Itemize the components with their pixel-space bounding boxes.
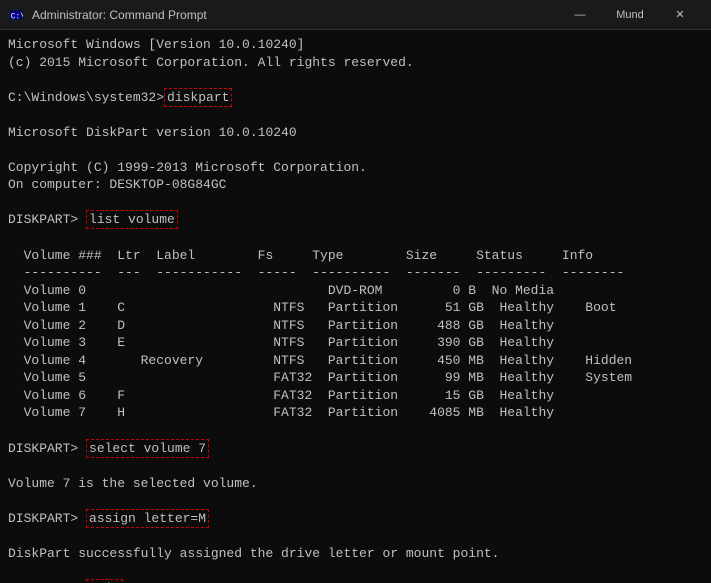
cmd-icon: C:\ bbox=[8, 7, 24, 23]
line-blank-2 bbox=[8, 422, 703, 440]
vol-3: Volume 3 E NTFS Partition 390 GB Healthy bbox=[8, 334, 703, 352]
terminal-window[interactable]: Microsoft Windows [Version 10.0.10240] (… bbox=[0, 30, 711, 583]
line-assign: DISKPART> assign letter=M bbox=[8, 510, 703, 528]
cmd-exit: exit bbox=[86, 579, 123, 583]
line-6: Microsoft DiskPart version 10.0.10240 bbox=[8, 124, 703, 142]
close-button[interactable]: ✕ bbox=[657, 0, 703, 30]
cmd-select-vol7: select volume 7 bbox=[86, 439, 209, 458]
diskpart-prompt-1: DISKPART> bbox=[8, 212, 86, 227]
diskpart-prompt-2: DISKPART> bbox=[8, 441, 86, 456]
line-11: DISKPART> list volume bbox=[8, 211, 703, 229]
titlebar: C:\ Administrator: Command Prompt — Mund… bbox=[0, 0, 711, 30]
line-5 bbox=[8, 106, 703, 124]
line-selected: Volume 7 is the selected volume. bbox=[8, 475, 703, 493]
line-9: On computer: DESKTOP-08G84GC bbox=[8, 176, 703, 194]
line-blank-3 bbox=[8, 457, 703, 475]
titlebar-left: C:\ Administrator: Command Prompt bbox=[8, 7, 207, 23]
restore-button[interactable]: Mund bbox=[607, 0, 653, 30]
minimize-button[interactable]: — bbox=[557, 0, 603, 30]
cmd-diskpart: diskpart bbox=[164, 88, 232, 107]
line-12 bbox=[8, 229, 703, 247]
cmd-assign-letter: assign letter=M bbox=[86, 509, 209, 528]
line-1: Microsoft Windows [Version 10.0.10240] bbox=[8, 36, 703, 54]
vol-7: Volume 7 H FAT32 Partition 4085 MB Healt… bbox=[8, 404, 703, 422]
vol-6: Volume 6 F FAT32 Partition 15 GB Healthy bbox=[8, 387, 703, 405]
prompt-c: C:\Windows\system32> bbox=[8, 90, 164, 105]
line-4: C:\Windows\system32>diskpart bbox=[8, 89, 703, 107]
line-select: DISKPART> select volume 7 bbox=[8, 440, 703, 458]
line-blank-5 bbox=[8, 527, 703, 545]
svg-text:C:\: C:\ bbox=[11, 12, 23, 21]
line-2: (c) 2015 Microsoft Corporation. All righ… bbox=[8, 54, 703, 72]
vol-4: Volume 4 Recovery NTFS Partition 450 MB … bbox=[8, 352, 703, 370]
line-7 bbox=[8, 141, 703, 159]
titlebar-controls: — Mund ✕ bbox=[557, 0, 703, 30]
vol-2: Volume 2 D NTFS Partition 488 GB Healthy bbox=[8, 317, 703, 335]
vol-0: Volume 0 DVD-ROM 0 B No Media bbox=[8, 282, 703, 300]
line-blank-6 bbox=[8, 562, 703, 580]
vol-5: Volume 5 FAT32 Partition 99 MB Healthy S… bbox=[8, 369, 703, 387]
vol-1: Volume 1 C NTFS Partition 51 GB Healthy … bbox=[8, 299, 703, 317]
line-3 bbox=[8, 71, 703, 89]
line-8: Copyright (C) 1999-2013 Microsoft Corpor… bbox=[8, 159, 703, 177]
line-assigned: DiskPart successfully assigned the drive… bbox=[8, 545, 703, 563]
vol-header: Volume ### Ltr Label Fs Type Size Status… bbox=[8, 247, 703, 265]
diskpart-prompt-3: DISKPART> bbox=[8, 511, 86, 526]
cmd-list-volume: list volume bbox=[86, 210, 178, 229]
titlebar-title: Administrator: Command Prompt bbox=[32, 8, 207, 22]
vol-divider: ---------- --- ----------- ----- -------… bbox=[8, 264, 703, 282]
line-blank-4 bbox=[8, 492, 703, 510]
line-10 bbox=[8, 194, 703, 212]
